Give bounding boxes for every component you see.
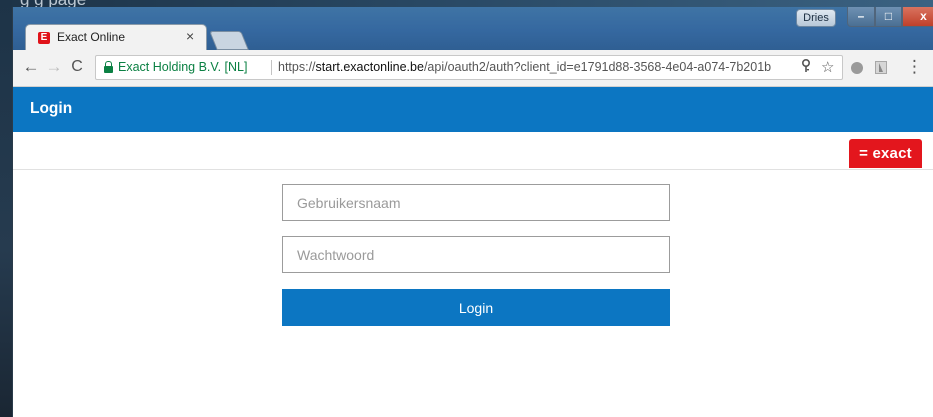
maximize-button[interactable]: □ [875,7,902,27]
close-window-button[interactable]: x [902,7,933,27]
browser-tab[interactable]: E Exact Online × [25,24,207,50]
desktop-backdrop-left [0,0,12,417]
site-identity[interactable]: Exact Holding B.V. [NL] [118,60,247,74]
extension-circle-icon[interactable] [851,62,863,74]
lock-icon[interactable] [104,61,113,73]
tab-close-icon[interactable]: × [186,28,194,44]
url-scheme: https:// [278,60,316,74]
url-text[interactable]: https://start.exactonline.be/api/oauth2/… [278,60,796,74]
reload-button[interactable]: C [67,57,87,77]
forward-button[interactable]: → [44,57,64,77]
title-bar: E Exact Online × Dries – □ x [13,7,933,50]
back-button[interactable]: ← [21,57,41,77]
address-bar[interactable]: Exact Holding B.V. [NL] https://start.ex… [95,55,843,80]
browser-window: E Exact Online × Dries – □ x ← → C Exact… [12,7,933,417]
browser-toolbar: ← → C Exact Holding B.V. [NL] https://st… [13,50,933,87]
omnibox-divider [271,60,272,75]
key-icon-svg [801,58,811,72]
password-input[interactable] [282,236,670,273]
page-title: Login [30,100,73,117]
exact-favicon-icon: E [38,32,50,44]
url-host: start.exactonline.be [315,60,424,74]
url-path: /api/oauth2/auth?client_id=e1791d88-3568… [423,60,772,74]
minimize-button[interactable]: – [847,7,875,27]
new-tab-button[interactable] [209,31,249,50]
login-button[interactable]: Login [282,289,670,326]
browser-menu-icon[interactable]: ⋮ [906,57,923,77]
brand-bar: = exact [13,132,933,170]
tab-title: Exact Online [57,30,126,44]
page-header: Login [13,87,933,132]
username-input[interactable] [282,184,670,221]
bookmark-star-icon[interactable]: ☆ [821,58,834,76]
lock-body [104,66,113,73]
exact-logo: = exact [849,139,922,168]
key-icon[interactable] [801,58,811,76]
profile-button[interactable]: Dries [796,9,836,27]
extension-square-icon[interactable] [875,61,887,74]
